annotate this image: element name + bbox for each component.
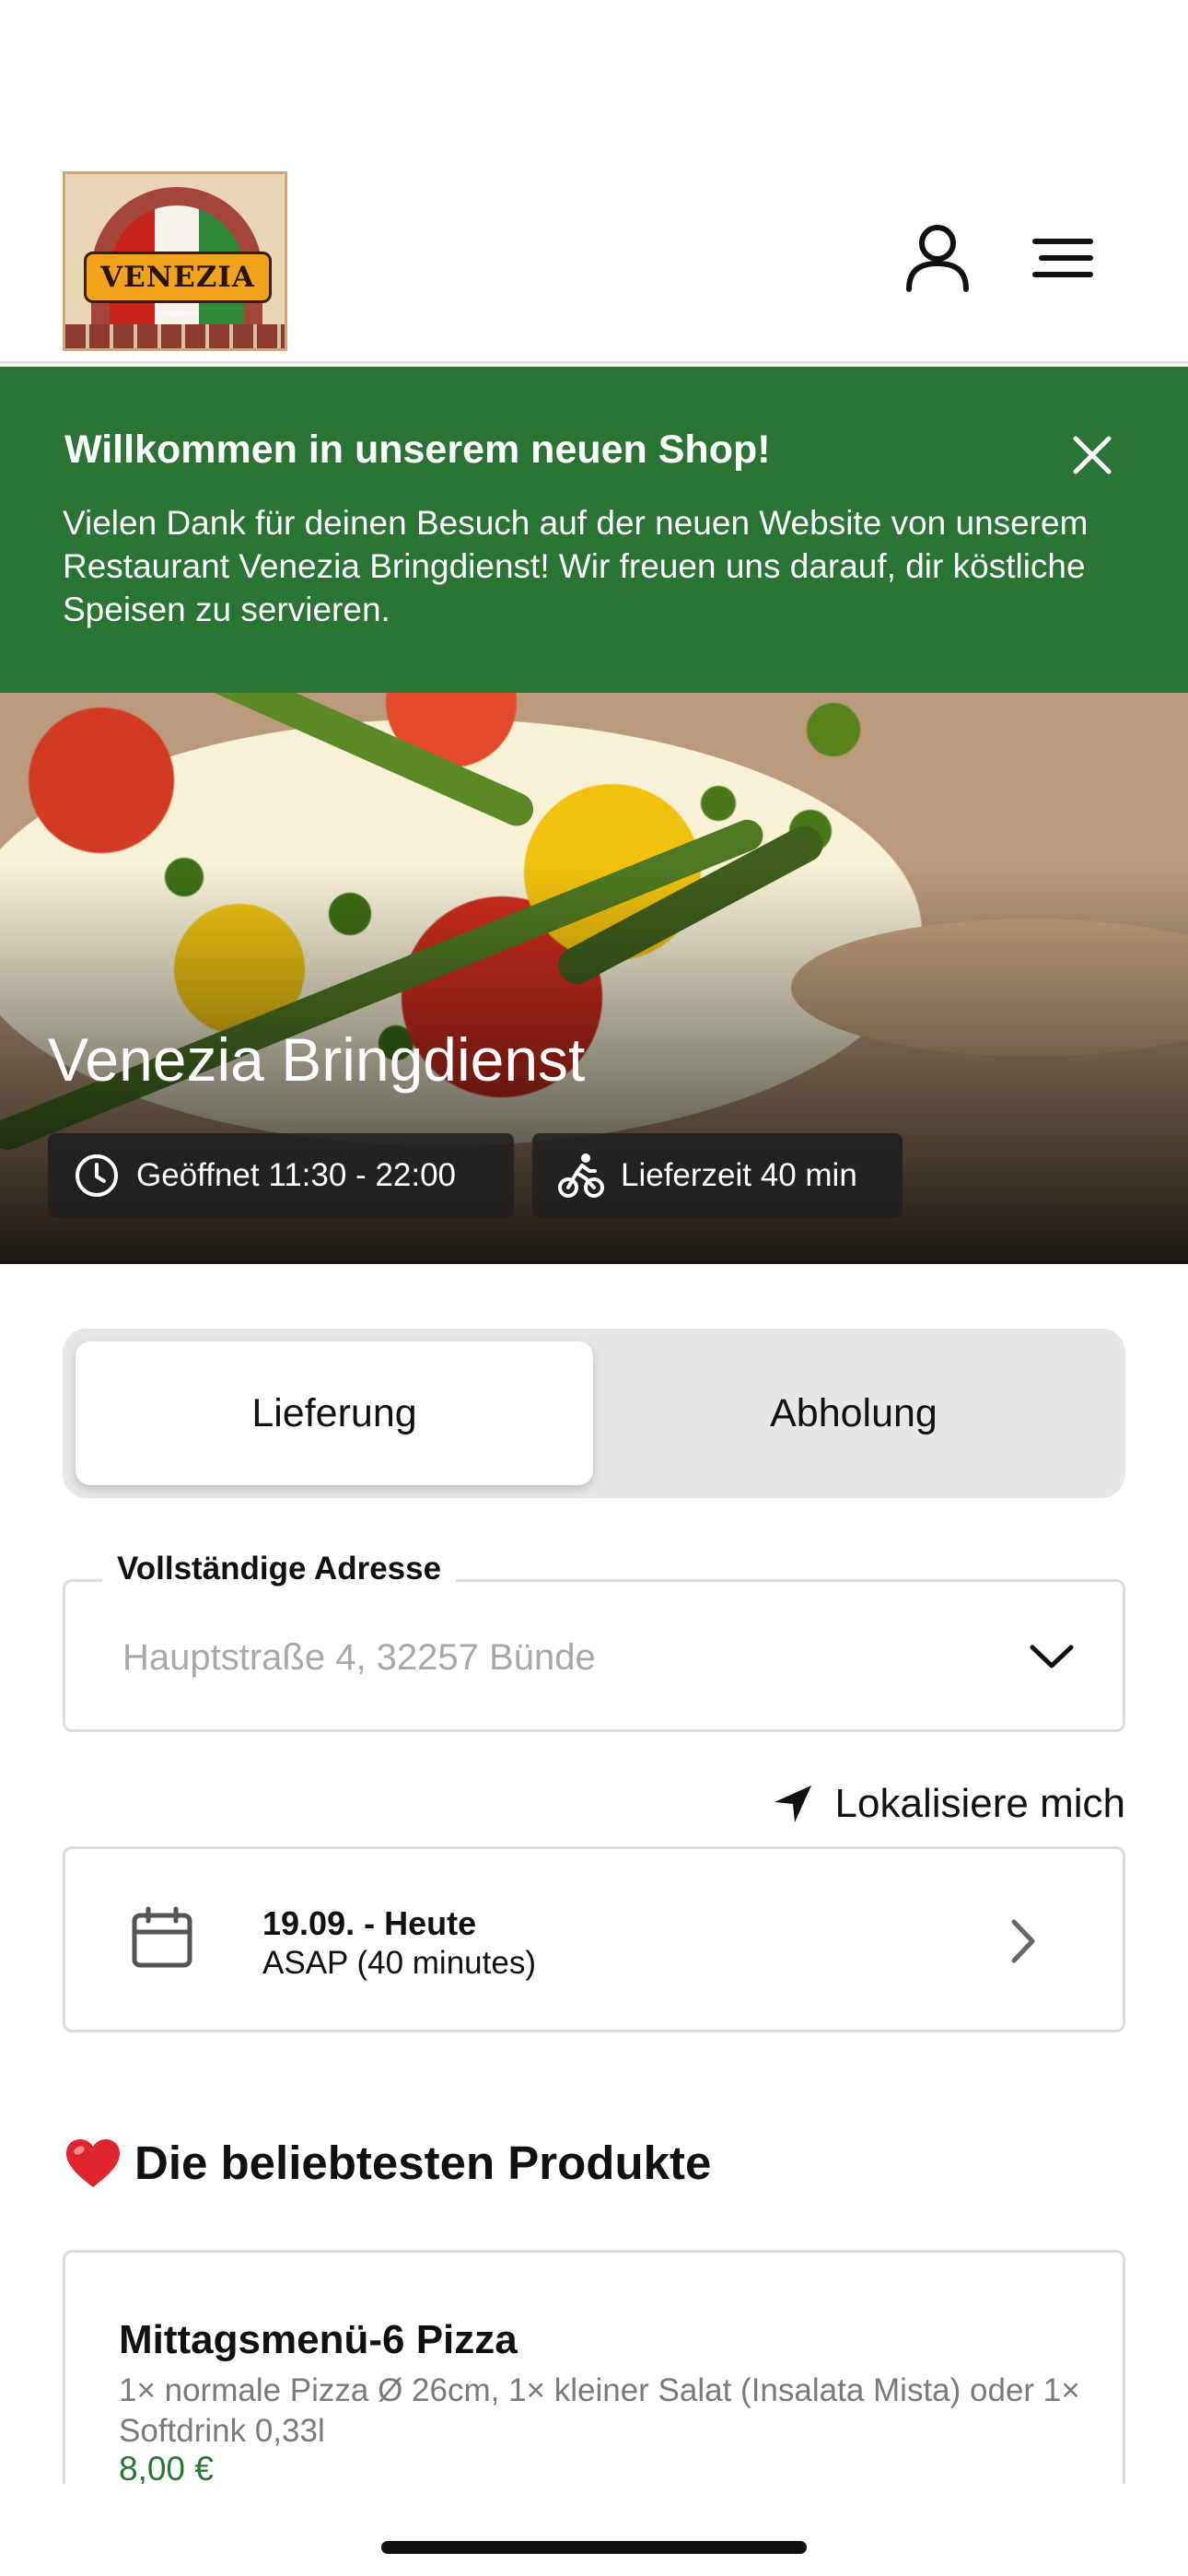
- product-price: 8,00 €: [119, 2450, 214, 2488]
- address-label: Vollständige Adresse: [102, 1551, 457, 1587]
- calendar-icon: [132, 1906, 192, 1968]
- popular-products-title: Die beliebtesten Produkte: [134, 2137, 712, 2189]
- bottom-safe-area: [0, 2484, 1188, 2576]
- bicycle-icon: [558, 1153, 604, 1198]
- locate-me-label: Lokalisiere mich: [834, 1781, 1125, 1826]
- logo-subtext: Bringdienst: [157, 309, 199, 318]
- tab-pickup[interactable]: Abholung: [595, 1341, 1112, 1485]
- logo-bricks: [65, 324, 285, 348]
- delivery-date: 19.09. - Heute: [262, 1904, 477, 1942]
- popular-products-heading: Die beliebtesten Produkte: [64, 2136, 711, 2190]
- hamburger-menu-icon[interactable]: [1026, 221, 1100, 295]
- home-indicator[interactable]: [381, 2541, 807, 2554]
- delivery-time-selector[interactable]: 19.09. - Heute ASAP (40 minutes): [63, 1846, 1125, 2032]
- order-mode-toggle: Lieferung Abholung: [63, 1329, 1125, 1498]
- opening-hours-text: Geöffnet 11:30 - 22:00: [136, 1157, 457, 1193]
- location-arrow-icon: [774, 1786, 811, 1822]
- close-icon[interactable]: [1059, 422, 1125, 488]
- hero-image: Venezia Bringdienst Geöffnet 11:30 - 22:…: [0, 693, 1188, 1264]
- restaurant-name: Venezia Bringdienst: [48, 1025, 586, 1094]
- heart-icon: [66, 2138, 120, 2187]
- welcome-banner: Willkommen in unserem neuen Shop! Vielen…: [0, 367, 1188, 693]
- locate-me-button[interactable]: Lokalisiere mich: [757, 1771, 1125, 1837]
- chevron-down-icon[interactable]: [1023, 1628, 1080, 1685]
- restaurant-logo[interactable]: VENEZIA Bringdienst: [63, 171, 287, 351]
- tab-delivery[interactable]: Lieferung: [76, 1341, 593, 1485]
- clock-icon: [76, 1154, 118, 1197]
- chevron-right-icon: [996, 1914, 1051, 1969]
- product-description: 1× normale Pizza Ø 26cm, 1× kleiner Sala…: [119, 2372, 1080, 2449]
- delivery-time-chip: Lieferzeit 40 min: [532, 1133, 903, 1218]
- address-field[interactable]: Vollständige Adresse Hauptstraße 4, 3225…: [63, 1551, 1125, 1732]
- person-icon[interactable]: [901, 221, 974, 295]
- delivery-time-option: ASAP (40 minutes): [262, 1945, 536, 1981]
- opening-hours-chip: Geöffnet 11:30 - 22:00: [48, 1133, 514, 1218]
- header: VENEZIA Bringdienst: [0, 0, 1188, 364]
- delivery-time-text: Lieferzeit 40 min: [621, 1157, 857, 1193]
- product-name: Mittagsmenü-6 Pizza: [119, 2317, 518, 2362]
- address-input[interactable]: Hauptstraße 4, 32257 Bünde: [122, 1637, 596, 1679]
- welcome-title: Willkommen in unserem neuen Shop!: [64, 427, 771, 472]
- welcome-message: Vielen Dank für deinen Besuch auf der ne…: [63, 504, 1089, 628]
- logo-banner: VENEZIA: [84, 252, 272, 303]
